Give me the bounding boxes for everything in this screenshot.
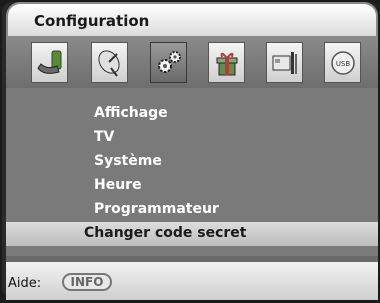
usb-icon-tab[interactable]: USB xyxy=(324,42,361,83)
satellite-icon-tab[interactable] xyxy=(91,42,128,83)
gift-icon-tab[interactable] xyxy=(208,42,245,83)
install-icon xyxy=(36,50,61,74)
configuration-window: Configuration USB Affichage TV Système H… xyxy=(2,2,378,300)
info-button[interactable]: INFO xyxy=(62,273,112,291)
menu-list: Affichage TV Système Heure Programmateur… xyxy=(6,88,378,256)
usb-icon: USB xyxy=(330,50,355,75)
help-footer: Aide: INFO xyxy=(6,256,378,300)
gift-box-icon xyxy=(216,52,237,75)
menu-item-label: Heure xyxy=(94,177,142,193)
menu-item-label: Affichage xyxy=(94,105,168,121)
satellite-dish-icon xyxy=(97,49,120,77)
menu-item-systeme[interactable]: Système xyxy=(6,150,378,174)
menu-item-tv[interactable]: TV xyxy=(6,126,378,150)
menu-item-label: Changer code secret xyxy=(84,225,247,241)
card-tools-icon xyxy=(272,51,297,74)
svg-text:USB: USB xyxy=(335,60,350,68)
gears-icon xyxy=(157,50,181,73)
menu-item-affichage[interactable]: Affichage xyxy=(6,102,378,126)
title-bar: Configuration xyxy=(6,2,378,36)
install-icon-tab[interactable] xyxy=(31,42,68,83)
menu-item-changer-code-secret[interactable]: Changer code secret xyxy=(6,222,378,246)
menu-item-label: Système xyxy=(94,153,162,169)
menu-item-heure[interactable]: Heure xyxy=(6,174,378,198)
help-label: Aide: xyxy=(8,276,42,291)
card-icon-tab[interactable] xyxy=(266,42,303,83)
menu-item-label: TV xyxy=(94,129,115,145)
menu-item-label: Programmateur xyxy=(94,201,219,217)
category-icon-strip: USB xyxy=(6,36,378,88)
window-title: Configuration xyxy=(34,12,150,30)
menu-item-programmateur[interactable]: Programmateur xyxy=(6,198,378,222)
settings-icon-tab[interactable] xyxy=(150,42,187,83)
